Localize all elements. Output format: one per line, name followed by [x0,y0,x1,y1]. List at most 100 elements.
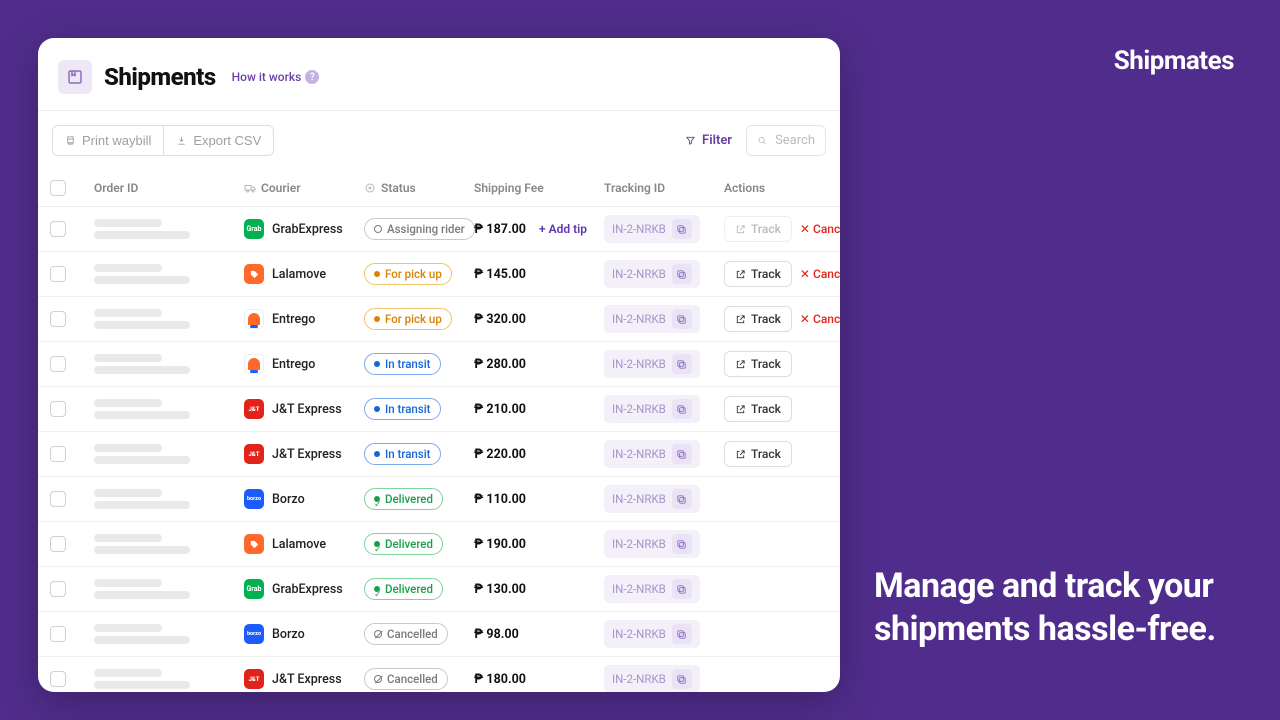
tracking-id-value: IN-2-NRKB [612,357,666,371]
fee-value: ₱ 210.00 [474,402,526,417]
row-checkbox[interactable] [50,581,66,597]
actions-cell: Track [724,396,840,422]
courier-cell: Entrego [244,309,364,329]
copy-tracking-button[interactable] [672,534,692,554]
courier-cell: Entrego [244,354,364,374]
tracking-id-cell: IN-2-NRKB [604,530,724,558]
col-shipping-fee: Shipping Fee [474,181,604,195]
tracking-id-cell: IN-2-NRKB [604,485,724,513]
copy-tracking-button[interactable] [672,399,692,419]
courier-name: J&T Express [272,672,342,687]
fee-value: ₱ 180.00 [474,672,526,687]
tracking-id-value: IN-2-NRKB [612,627,666,641]
toolbar-button-group: Print waybill Export CSV [52,125,274,156]
export-csv-button[interactable]: Export CSV [164,126,273,155]
close-icon: ✕ [800,222,810,236]
tracking-id-chip: IN-2-NRKB [604,665,700,692]
copy-tracking-button[interactable] [672,219,692,239]
add-tip-button[interactable]: + Add tip [539,222,587,236]
copy-icon [676,494,687,505]
copy-tracking-button[interactable] [672,264,692,284]
cancel-button[interactable]: ✕Cancel [800,222,840,236]
col-order-id: Order ID [94,181,244,195]
actions-cell: Track✕Cancel [724,216,840,242]
courier-cell: J&T J&T Express [244,444,364,464]
status-badge: For pick up [364,308,452,330]
copy-tracking-button[interactable] [672,624,692,644]
shipments-window: Shipments How it works ? Print waybill E… [38,38,840,692]
status-badge: In transit [364,398,441,420]
row-checkbox[interactable] [50,671,66,687]
col-courier: Courier [244,181,364,195]
tracking-id-cell: IN-2-NRKB [604,575,724,603]
row-checkbox[interactable] [50,626,66,642]
track-button[interactable]: Track [724,261,792,287]
status-cell: Delivered [364,578,474,601]
courier-name: J&T Express [272,402,342,417]
select-all-checkbox[interactable] [50,180,66,196]
tracking-id-value: IN-2-NRKB [612,582,666,596]
tracking-id-value: IN-2-NRKB [612,672,666,686]
copy-tracking-button[interactable] [672,489,692,509]
status-dot-icon [374,496,380,502]
table-row: Grab GrabExpress Delivered ₱ 130.00 IN-2… [38,567,840,612]
row-checkbox[interactable] [50,311,66,327]
courier-name: J&T Express [272,447,342,462]
order-id-skeleton [94,444,244,464]
fee-value: ₱ 145.00 [474,267,526,282]
cancel-button[interactable]: ✕Cancel [800,312,840,326]
copy-tracking-button[interactable] [672,354,692,374]
table-row: borzo Borzo Cancelled ₱ 98.00 IN-2-NRKB [38,612,840,657]
filter-button[interactable]: Filter [685,133,732,148]
filter-icon [685,135,696,146]
row-checkbox[interactable] [50,446,66,462]
tracking-id-value: IN-2-NRKB [612,537,666,551]
row-checkbox[interactable] [50,221,66,237]
status-cell: For pick up [364,263,474,285]
track-button[interactable]: Track [724,306,792,332]
courier-name: Entrego [272,312,315,327]
tracking-id-cell: IN-2-NRKB [604,395,724,423]
copy-icon [676,674,687,685]
order-id-skeleton [94,399,244,419]
courier-cell: Grab GrabExpress [244,579,364,599]
brand-logo: Shipmates [1114,46,1234,76]
tracking-id-value: IN-2-NRKB [612,447,666,461]
tracking-id-cell: IN-2-NRKB [604,440,724,468]
search-input[interactable]: Search [746,125,826,156]
copy-tracking-button[interactable] [672,309,692,329]
courier-name: Borzo [272,492,305,507]
row-checkbox[interactable] [50,536,66,552]
fee-value: ₱ 130.00 [474,582,526,597]
cancel-button[interactable]: ✕Cancel [800,267,840,281]
tracking-id-value: IN-2-NRKB [612,402,666,416]
tracking-id-chip: IN-2-NRKB [604,440,700,468]
fee-value: ₱ 98.00 [474,627,519,642]
track-button[interactable]: Track [724,351,792,377]
toolbar: Print waybill Export CSV Filter Search [38,111,840,170]
track-button[interactable]: Track [724,441,792,467]
table-body: Grab GrabExpress Assigning rider ₱ 187.0… [38,207,840,692]
how-it-works-link[interactable]: How it works ? [232,70,320,84]
status-dot-icon [374,586,380,592]
question-icon: ? [305,70,319,84]
tracking-id-cell: IN-2-NRKB [604,350,724,378]
close-icon: ✕ [800,267,810,281]
copy-tracking-button[interactable] [672,669,692,689]
copy-tracking-button[interactable] [672,579,692,599]
row-checkbox[interactable] [50,266,66,282]
print-waybill-button[interactable]: Print waybill [53,126,164,155]
row-checkbox[interactable] [50,491,66,507]
copy-tracking-button[interactable] [672,444,692,464]
table-row: J&T J&T Express In transit ₱ 220.00 IN-2… [38,432,840,477]
status-dot-icon [374,451,380,457]
status-badge: Assigning rider [364,218,475,240]
row-checkbox[interactable] [50,401,66,417]
track-button[interactable]: Track [724,396,792,422]
external-link-icon [735,314,746,325]
row-checkbox[interactable] [50,356,66,372]
tracking-id-chip: IN-2-NRKB [604,215,700,243]
shipping-fee-cell: ₱ 145.00 [474,267,604,282]
col-actions: Actions [724,181,840,195]
status-cell: Assigning rider [364,218,474,240]
